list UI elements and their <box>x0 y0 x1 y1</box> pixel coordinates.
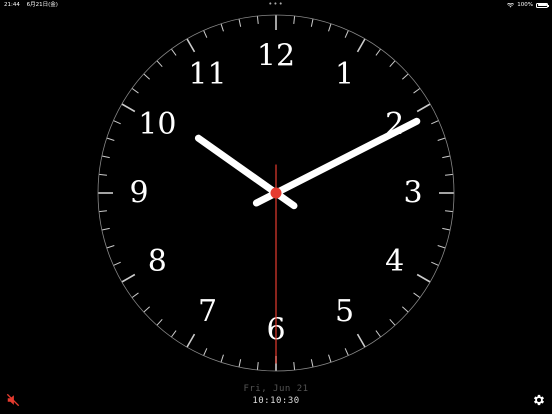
numeral-7: 7 <box>198 294 217 329</box>
minute-tick <box>101 227 110 231</box>
minute-tick <box>310 18 314 27</box>
minute-tick <box>437 245 446 249</box>
minute-tick <box>170 330 177 338</box>
minute-tick <box>413 292 421 299</box>
hour-tick <box>356 38 366 53</box>
minute-tick <box>238 359 242 368</box>
minute-tick <box>131 87 139 94</box>
minute-tick <box>220 354 224 363</box>
hour-tick <box>186 333 196 348</box>
digital-date: Fri, Jun 21 <box>243 384 309 394</box>
numeral-9: 9 <box>129 176 148 211</box>
minute-tick <box>344 30 349 38</box>
minute-tick <box>413 87 421 94</box>
digital-time: 10:10:30 <box>252 396 300 406</box>
numeral-12: 12 <box>257 39 295 74</box>
minute-tick <box>344 348 349 356</box>
minute-tick <box>106 245 115 249</box>
minute-tick <box>170 48 177 56</box>
numeral-5: 5 <box>335 294 354 329</box>
gear-icon <box>533 394 545 406</box>
minute-tick <box>431 120 439 125</box>
hour-tick <box>416 103 431 113</box>
minute-tick <box>143 306 150 313</box>
analog-clock: 121234567891011 <box>97 14 455 372</box>
mute-button[interactable] <box>6 392 20 407</box>
minute-tick <box>256 15 259 24</box>
hour-tick <box>121 103 136 113</box>
minute-tick <box>101 155 110 159</box>
minute-tick <box>256 362 259 371</box>
minute-tick <box>143 73 150 80</box>
minute-tick <box>389 60 396 67</box>
minute-tick <box>98 173 107 176</box>
minute-tick <box>402 306 409 313</box>
minute-tick <box>389 319 396 326</box>
speaker-muted-icon <box>6 393 20 407</box>
minute-tick <box>402 73 409 80</box>
minute-tick <box>328 354 332 363</box>
minute-tick <box>220 23 224 32</box>
minute-tick <box>328 23 332 32</box>
minute-tick <box>113 261 121 266</box>
numeral-8: 8 <box>148 244 167 279</box>
hour-tick <box>356 333 366 348</box>
numeral-4: 4 <box>385 244 404 279</box>
minute-tick <box>203 348 208 356</box>
numeral-1: 1 <box>335 57 354 92</box>
minute-tick <box>131 292 139 299</box>
minute-tick <box>156 319 163 326</box>
minute-tick <box>437 137 446 141</box>
minute-tick <box>113 120 121 125</box>
hour-tick <box>416 273 431 283</box>
settings-button[interactable] <box>532 392 546 406</box>
minute-tick <box>445 173 454 176</box>
minute-tick <box>375 48 382 56</box>
numeral-11: 11 <box>188 57 226 92</box>
minute-tick <box>375 330 382 338</box>
minute-tick <box>431 261 439 266</box>
hour-tick <box>121 273 136 283</box>
minute-tick <box>293 15 296 24</box>
minute-tick <box>442 155 451 159</box>
hour-tick <box>186 38 196 53</box>
minute-tick <box>238 18 242 27</box>
minute-tick <box>203 30 208 38</box>
minute-tick <box>293 362 296 371</box>
minute-tick <box>98 210 107 213</box>
numeral-3: 3 <box>403 176 422 211</box>
minute-tick <box>445 210 454 213</box>
minute-tick <box>442 227 451 231</box>
numeral-10: 10 <box>138 107 176 142</box>
minute-tick <box>156 60 163 67</box>
minute-tick <box>310 359 314 368</box>
center-dot <box>270 187 282 199</box>
minute-tick <box>106 137 115 141</box>
